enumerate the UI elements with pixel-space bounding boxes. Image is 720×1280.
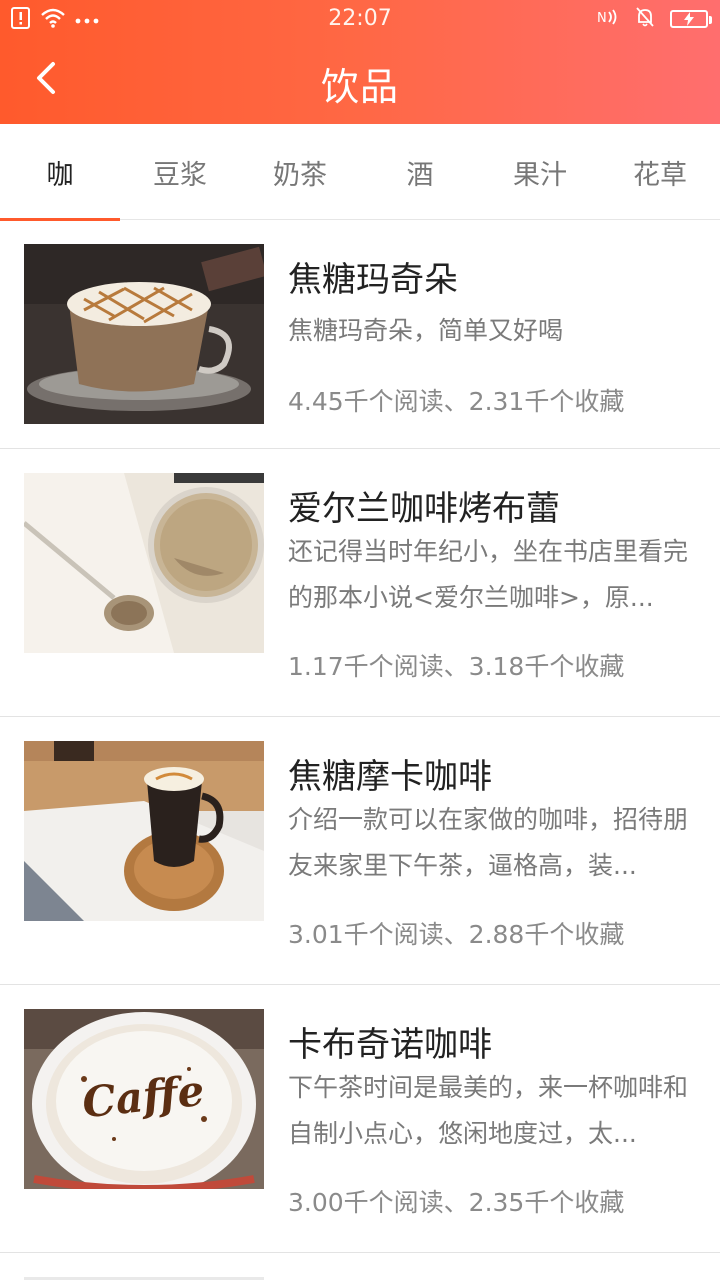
status-icons-right: N [596,6,712,32]
svg-text:N: N [597,11,607,26]
item-title: 焦糖玛奇朵 [288,260,458,300]
category-tabs: 咖 豆浆 奶茶 酒 果汁 花草 [0,124,720,221]
irish-coffee-creme-brulee-photo [24,473,264,653]
list-item[interactable]: 焦糖摩卡咖啡 介绍一款可以在家做的咖啡，招待朋友来家里下午茶，逼格高，装... … [0,717,720,985]
item-title: 爱尔兰咖啡烤布蕾 [288,489,560,529]
cappuccino-photo: Caffe [24,1009,264,1189]
caramel-mocha-photo [24,741,264,921]
item-description: 介绍一款可以在家做的咖啡，招待朋友来家里下午茶，逼格高，装... [288,805,689,880]
list-item[interactable] [0,1253,720,1280]
item-description: 下午茶时间是最美的，来一杯咖啡和自制小点心，悠闲地度过，太... [288,1073,689,1148]
page-title: 饮品 [320,65,399,109]
list-item[interactable]: Caffe 卡布奇诺咖啡 下午茶时间是最美的，来一杯咖啡和自制小点心，悠闲地度过… [0,985,720,1253]
recipe-list: 焦糖玛奇朵 焦糖玛奇朵，简单又好喝 4.45千个阅读、2.31千个收藏 爱尔兰咖… [0,220,720,1280]
item-stats: 4.45千个阅读、2.31千个收藏 [288,387,625,416]
nfc-icon: N [596,7,620,31]
battery-charging-icon [670,10,712,28]
item-description: 还记得当时年纪小，坐在书店里看完的那本小说<爱尔兰咖啡>，原... [288,537,689,612]
item-title: 焦糖摩卡咖啡 [288,757,492,797]
app-header: 22:07 N 饮品 [0,0,720,124]
tab-milk-tea[interactable]: 奶茶 [240,124,360,220]
item-title: 卡布奇诺咖啡 [288,1025,492,1065]
item-description: 焦糖玛奇朵，简单又好喝 [288,316,564,345]
tab-herbal[interactable]: 花草 [600,124,720,220]
item-stats: 1.17千个阅读、3.18千个收藏 [288,652,625,681]
status-bar: 22:07 N [0,0,720,40]
list-item[interactable]: 焦糖玛奇朵 焦糖玛奇朵，简单又好喝 4.45千个阅读、2.31千个收藏 [0,220,720,449]
tab-juice[interactable]: 果汁 [480,124,600,220]
item-stats: 3.01千个阅读、2.88千个收藏 [288,920,625,949]
caramel-macchiato-photo [24,244,264,424]
tab-soy-milk[interactable]: 豆浆 [120,124,240,220]
mute-bell-icon [634,6,656,32]
tab-wine[interactable]: 酒 [360,124,480,220]
item-stats: 3.00千个阅读、2.35千个收藏 [288,1188,625,1217]
tab-coffee[interactable]: 咖 [0,124,120,221]
list-item[interactable]: 爱尔兰咖啡烤布蕾 还记得当时年纪小，坐在书店里看完的那本小说<爱尔兰咖啡>，原.… [0,449,720,717]
